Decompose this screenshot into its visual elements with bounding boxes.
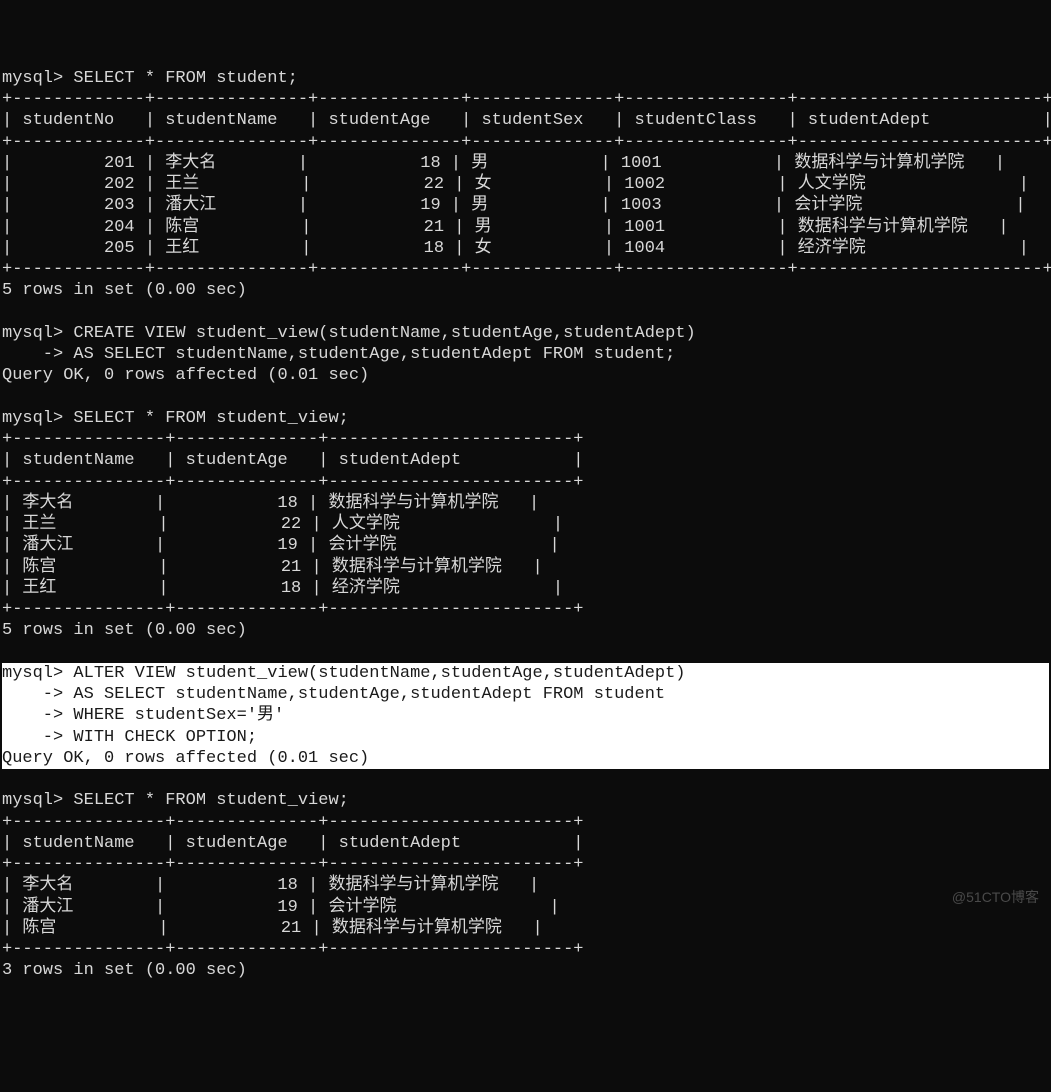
highlighted-query: mysql> ALTER VIEW student_view(studentNa… [2, 663, 1049, 769]
watermark: @51CTO博客 [952, 889, 1039, 907]
terminal-output[interactable]: mysql> SELECT * FROM student; +---------… [2, 68, 1049, 982]
